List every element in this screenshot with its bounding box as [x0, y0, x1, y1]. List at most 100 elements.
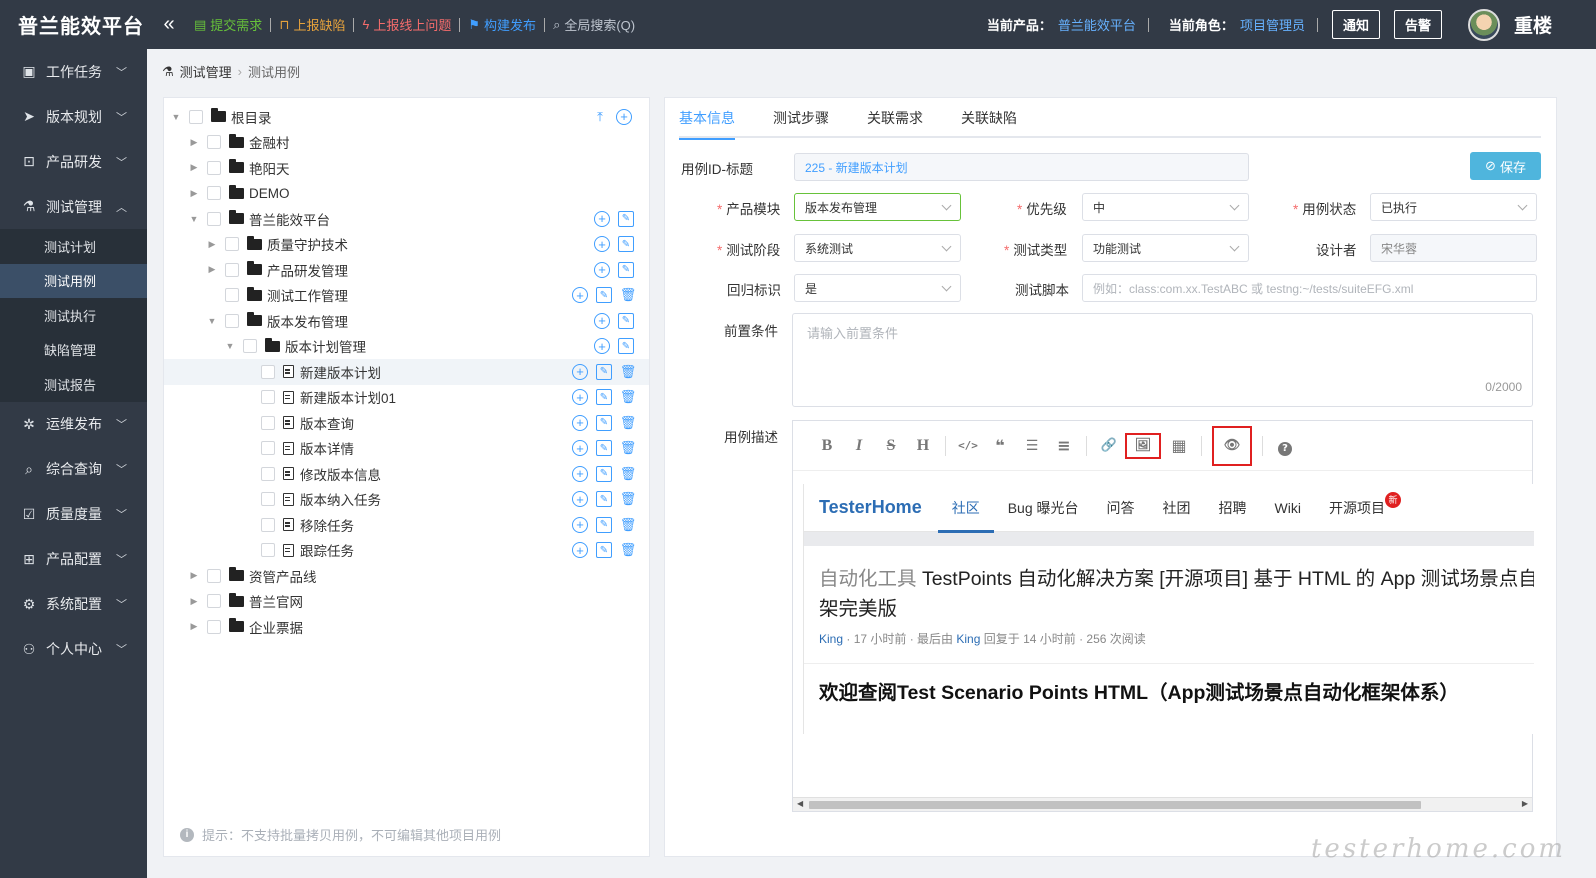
- expand-caret-icon[interactable]: ▼: [188, 214, 200, 224]
- tree-checkbox[interactable]: [207, 211, 221, 226]
- alarm-button[interactable]: 告警: [1393, 10, 1442, 39]
- report-online-issue-link[interactable]: ϟ 上报线上问题: [354, 15, 459, 34]
- submit-requirement-link[interactable]: ▤ 提交需求: [186, 15, 270, 34]
- tab-test-steps[interactable]: 测试步骤: [773, 98, 829, 138]
- scroll-right-icon[interactable]: ▶: [1522, 799, 1528, 808]
- preview-nav-wiki[interactable]: Wiki: [1261, 484, 1315, 532]
- add-icon[interactable]: +: [572, 491, 588, 508]
- edit-icon[interactable]: ✎: [596, 465, 612, 482]
- sidebar-sub-test-report[interactable]: 测试报告: [0, 367, 147, 402]
- sidebar-item-product-dev[interactable]: ⊡ 产品研发 ﹀: [0, 139, 147, 184]
- tree-node[interactable]: ▶ DEMO: [164, 181, 649, 207]
- add-icon[interactable]: +: [572, 287, 588, 304]
- current-product-value[interactable]: 普兰能效平台: [1058, 15, 1136, 34]
- edit-icon[interactable]: ✎: [618, 312, 634, 329]
- add-icon[interactable]: +: [594, 210, 610, 227]
- tab-related-defects[interactable]: 关联缺陷: [961, 98, 1017, 138]
- collapse-caret-icon[interactable]: ▶: [188, 188, 200, 199]
- ul-button[interactable]: ☰: [1016, 438, 1048, 454]
- collapse-sidebar-icon[interactable]: «: [152, 13, 186, 36]
- tree-checkbox[interactable]: [189, 109, 203, 124]
- ol-button[interactable]: ≡: [1048, 436, 1080, 455]
- collapse-caret-icon[interactable]: ▶: [206, 264, 218, 275]
- tree-checkbox[interactable]: [261, 441, 275, 456]
- add-icon[interactable]: +: [572, 414, 588, 431]
- delete-icon[interactable]: 🗑: [620, 440, 637, 456]
- collapse-caret-icon[interactable]: ▶: [188, 596, 200, 607]
- upload-icon[interactable]: ⤒: [592, 109, 608, 125]
- sidebar-sub-test-plan[interactable]: 测试计划: [0, 229, 147, 264]
- tree-node[interactable]: ▶ 企业票据: [164, 614, 649, 640]
- edit-icon[interactable]: ✎: [596, 389, 612, 406]
- tree-checkbox[interactable]: [225, 313, 239, 328]
- add-icon[interactable]: +: [594, 261, 610, 278]
- tree-checkbox[interactable]: [207, 568, 221, 583]
- sidebar-item-product-config[interactable]: ⊞ 产品配置 ﹀: [0, 537, 147, 582]
- scroll-thumb[interactable]: [809, 801, 1421, 809]
- sidebar-item-personal-center[interactable]: ⚇ 个人中心 ﹀: [0, 627, 147, 672]
- edit-icon[interactable]: ✎: [618, 236, 634, 253]
- tree-node[interactable]: ▶ 产品研发管理 + ✎: [164, 257, 649, 283]
- tab-related-requirements[interactable]: 关联需求: [867, 98, 923, 138]
- edit-icon[interactable]: ✎: [596, 516, 612, 533]
- avatar[interactable]: [1467, 8, 1500, 41]
- strike-button[interactable]: S: [875, 437, 907, 455]
- tree-checkbox[interactable]: [261, 543, 275, 558]
- username[interactable]: 重楼: [1514, 11, 1552, 38]
- preview-button[interactable]: 👁: [1212, 425, 1252, 466]
- delete-icon[interactable]: 🗑: [620, 491, 637, 507]
- sidebar-item-version-plan[interactable]: ➤ 版本规划 ﹀: [0, 94, 147, 139]
- tree-node[interactable]: 版本纳入任务 + ✎ 🗑: [164, 487, 649, 513]
- collapse-caret-icon[interactable]: ▶: [188, 570, 200, 581]
- add-icon[interactable]: +: [572, 389, 588, 406]
- edit-icon[interactable]: ✎: [596, 491, 612, 508]
- notice-button[interactable]: 通知: [1331, 10, 1380, 39]
- tree-checkbox[interactable]: [261, 390, 275, 405]
- save-button[interactable]: ⊘ 保存: [1470, 152, 1541, 180]
- add-icon[interactable]: +: [572, 363, 588, 380]
- tree-checkbox[interactable]: [207, 135, 221, 150]
- italic-button[interactable]: I: [843, 437, 875, 455]
- tree-node[interactable]: 移除任务 + ✎ 🗑: [164, 512, 649, 538]
- add-icon[interactable]: +: [594, 236, 610, 253]
- add-icon[interactable]: +: [594, 338, 610, 355]
- tree-node[interactable]: ▶ 金融村: [164, 130, 649, 156]
- heading-button[interactable]: H: [907, 437, 939, 455]
- tree-checkbox[interactable]: [243, 339, 257, 354]
- module-select[interactable]: 版本发布管理: [794, 193, 961, 221]
- add-icon[interactable]: +: [572, 542, 588, 559]
- edit-icon[interactable]: ✎: [596, 542, 612, 559]
- current-role-value[interactable]: 项目管理员: [1240, 15, 1305, 34]
- tree-node[interactable]: 版本详情 + ✎ 🗑: [164, 436, 649, 462]
- sidebar-item-work-tasks[interactable]: ▣ 工作任务 ﹀: [0, 49, 147, 94]
- tree-checkbox[interactable]: [261, 517, 275, 532]
- report-defect-link[interactable]: ⊓ 上报缺陷: [271, 15, 353, 34]
- code-button[interactable]: </>: [952, 439, 984, 452]
- tree-checkbox[interactable]: [261, 492, 275, 507]
- edit-icon[interactable]: ✎: [596, 363, 612, 380]
- image-button[interactable]: 🖼: [1125, 432, 1161, 459]
- add-icon[interactable]: +: [616, 108, 632, 125]
- collapse-caret-icon[interactable]: ▶: [188, 137, 200, 148]
- scroll-left-icon[interactable]: ◀: [797, 799, 803, 808]
- delete-icon[interactable]: 🗑: [620, 517, 637, 533]
- tree-node[interactable]: 新建版本计划01 + ✎ 🗑: [164, 385, 649, 411]
- link-button[interactable]: 🔗: [1093, 438, 1125, 453]
- sidebar-item-quality-metrics[interactable]: ☑ 质量度量 ﹀: [0, 492, 147, 537]
- delete-icon[interactable]: 🗑: [620, 542, 637, 558]
- expand-caret-icon[interactable]: ▼: [170, 112, 182, 122]
- tree-checkbox[interactable]: [207, 594, 221, 609]
- edit-icon[interactable]: ✎: [596, 440, 612, 457]
- add-icon[interactable]: +: [572, 465, 588, 482]
- tree-node[interactable]: 测试工作管理 + ✎ 🗑: [164, 283, 649, 309]
- preview-topic-title[interactable]: 自动化工具 TestPoints 自动化解决方案 [开源项目] 基于 HTML …: [804, 546, 1534, 594]
- preview-nav-opensource[interactable]: 开源项目新: [1315, 484, 1403, 532]
- collapse-caret-icon[interactable]: ▶: [188, 621, 200, 632]
- tree-node[interactable]: ▶ 艳阳天: [164, 155, 649, 181]
- precondition-textarea[interactable]: 请输入前置条件 0/2000: [792, 313, 1533, 407]
- sidebar-sub-defect-management[interactable]: 缺陷管理: [0, 332, 147, 367]
- tree-node[interactable]: ▼ 根目录 ⤒ +: [164, 104, 649, 130]
- delete-icon[interactable]: 🗑: [620, 364, 637, 380]
- tree-checkbox[interactable]: [225, 262, 239, 277]
- id-title-field[interactable]: 225 - 新建版本计划: [794, 153, 1249, 181]
